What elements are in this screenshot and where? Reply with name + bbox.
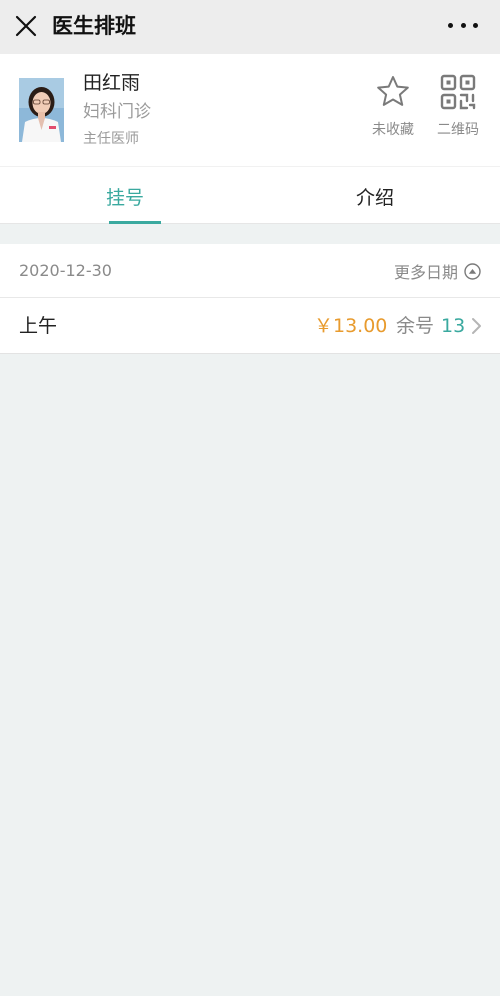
chevron-right-icon [472, 318, 481, 334]
qrcode-label: 二维码 [437, 122, 479, 138]
schedule-date: 2020-12-30 [19, 261, 112, 280]
favorite-label: 未收藏 [372, 122, 414, 138]
page-title: 医生排班 [52, 14, 136, 38]
qrcode-icon [440, 74, 476, 110]
schedule-slot-row[interactable]: 上午 ￥13.00 余号 13 [0, 298, 500, 354]
slot-remaining-count: 13 [441, 315, 466, 337]
active-tab-indicator [109, 221, 161, 224]
doctor-name: 田红雨 [83, 72, 141, 94]
doctor-card: 田红雨 妇科门诊 主任医师 未收藏 二维码 [0, 54, 500, 166]
tab-registration[interactable]: 挂号 [0, 167, 250, 225]
tab-introduction[interactable]: 介绍 [250, 167, 500, 225]
slot-price: ￥13.00 [314, 315, 388, 337]
tab-bar: 挂号 介绍 [0, 166, 500, 224]
date-row: 2020-12-30 更多日期 [0, 244, 500, 298]
more-dates-label: 更多日期 [393, 263, 458, 282]
navigation-bar: 医生排班 [0, 0, 500, 54]
doctor-avatar [19, 78, 64, 142]
more-dates-button[interactable]: 更多日期 [394, 259, 481, 283]
slot-remaining-label: 余号 [396, 315, 435, 337]
doctor-department: 妇科门诊 [83, 102, 151, 122]
slot-period: 上午 [19, 315, 58, 337]
more-icon[interactable] [448, 14, 478, 36]
qrcode-button[interactable]: 二维码 [428, 74, 488, 140]
close-icon[interactable] [13, 13, 39, 39]
star-icon [377, 76, 409, 106]
expand-up-icon [464, 262, 481, 280]
favorite-button[interactable]: 未收藏 [363, 74, 423, 140]
doctor-title: 主任医师 [83, 131, 139, 147]
